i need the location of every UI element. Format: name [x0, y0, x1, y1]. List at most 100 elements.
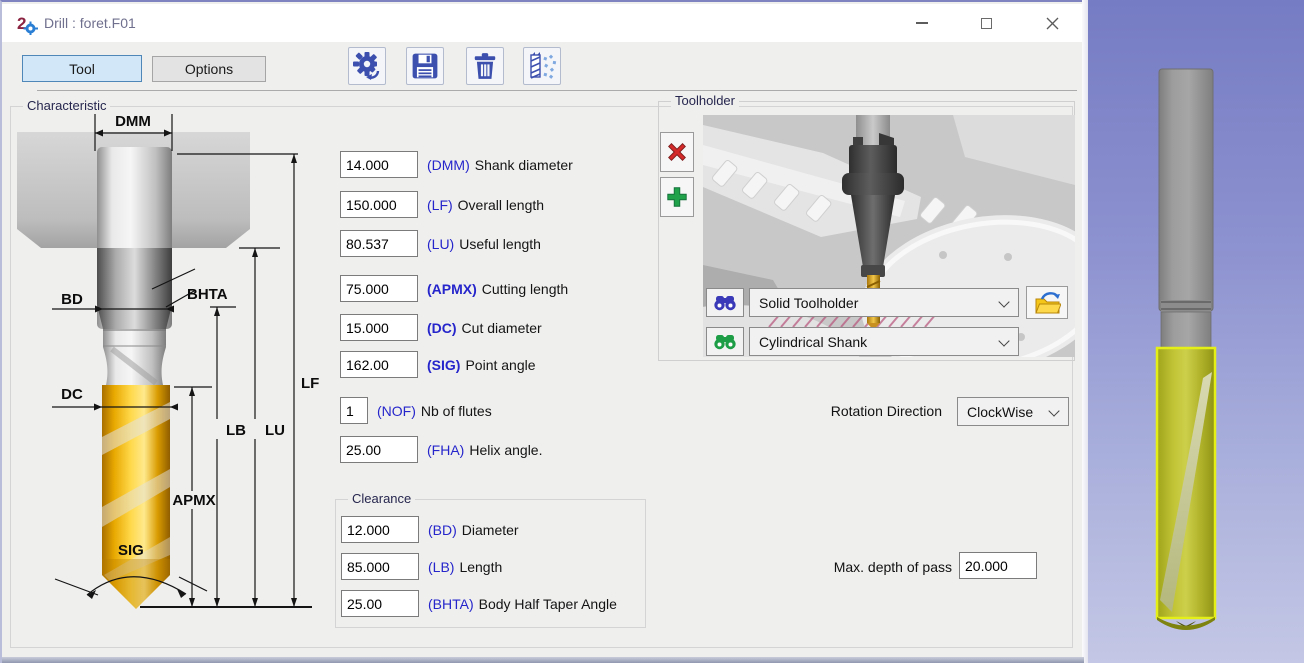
field-code-fha: (FHA) — [427, 442, 464, 458]
field-label: Useful length — [459, 236, 541, 252]
drill-dimension-diagram: DMM BHTA BD DC LB LU LF APMX SIG — [14, 107, 329, 647]
binoculars-blue-icon — [713, 295, 737, 311]
field-code-lu: (LU) — [427, 236, 454, 252]
rotation-direction-value: ClockWise — [967, 404, 1033, 420]
minimize-icon — [916, 22, 928, 24]
tab-options[interactable]: Options — [152, 56, 266, 82]
chevron-down-icon — [998, 296, 1009, 307]
nb-of-flutes-input[interactable] — [340, 397, 368, 424]
tool-settings-gear-icon — [352, 51, 382, 81]
screen: 2 Drill : foret.F01 Tool Options — [0, 0, 1304, 663]
clearance-group-label: Clearance — [348, 491, 415, 506]
useful-length-input[interactable] — [340, 230, 418, 257]
field-code-dc: (DC) — [427, 320, 457, 336]
app-logo-icon: 2 — [16, 13, 38, 35]
minimize-button[interactable] — [899, 4, 945, 42]
close-icon — [1046, 17, 1059, 30]
field-row: (SIG) Point angle — [340, 351, 536, 378]
field-code-sig: (SIG) — [427, 357, 460, 373]
toolbar-separator — [37, 90, 1077, 91]
diagram-label-apmx: APMX — [172, 492, 215, 509]
window-title: Drill : foret.F01 — [44, 15, 136, 31]
tab-tool[interactable]: Tool — [22, 55, 142, 82]
save-button[interactable] — [406, 47, 444, 85]
chevron-down-icon — [998, 335, 1009, 346]
field-label: Point angle — [465, 357, 535, 373]
toolholder-preview-image — [703, 115, 1075, 357]
field-row: (APMX) Cutting length — [340, 275, 568, 302]
field-label: Diameter — [462, 522, 519, 538]
field-row: (LU) Useful length — [340, 230, 541, 257]
tool-settings-button[interactable] — [348, 47, 386, 85]
delete-button[interactable] — [466, 47, 504, 85]
field-label: Cut diameter — [462, 320, 542, 336]
delete-trash-icon — [471, 52, 499, 80]
field-row: (DMM) Shank diameter — [340, 151, 573, 178]
close-button[interactable] — [1029, 4, 1075, 42]
field-label: Cutting length — [482, 281, 568, 297]
rotation-direction-label: Rotation Direction — [742, 403, 942, 419]
field-row: (NOF) Nb of flutes — [340, 397, 492, 424]
clearance-length-input[interactable] — [341, 553, 419, 580]
toolholder-type-value: Solid Toolholder — [759, 295, 858, 311]
helix-angle-input[interactable] — [340, 436, 418, 463]
binoculars-green-icon — [713, 334, 737, 350]
field-row: (BHTA) Body Half Taper Angle — [341, 590, 617, 617]
dialog-bottom-edge — [2, 657, 1084, 663]
toolholder-group: Toolholder — [658, 101, 1075, 361]
point-angle-input[interactable] — [340, 351, 418, 378]
drill-dialog-window: 2 Drill : foret.F01 Tool Options — [0, 0, 1082, 663]
3d-viewport[interactable] — [1088, 0, 1304, 663]
field-code-lf: (LF) — [427, 197, 453, 213]
toolholder-group-label: Toolholder — [671, 93, 739, 108]
shank-type-select[interactable]: Cylindrical Shank — [749, 327, 1019, 356]
field-label: Overall length — [458, 197, 544, 213]
open-folder-icon — [1033, 291, 1061, 315]
field-row: (LF) Overall length — [340, 191, 544, 218]
cut-diameter-input[interactable] — [340, 314, 418, 341]
diagram-label-bd: BD — [61, 291, 83, 308]
save-icon — [411, 52, 439, 80]
field-code-dmm: (DMM) — [427, 157, 470, 173]
field-label: Helix angle. — [469, 442, 542, 458]
clearance-group: Clearance (BD) Diameter (LB) Length (BHT… — [335, 499, 646, 628]
search-toolholder-button[interactable] — [706, 288, 744, 317]
rotation-direction-select[interactable]: ClockWise — [957, 397, 1069, 426]
search-shank-button[interactable] — [706, 327, 744, 356]
field-row: (DC) Cut diameter — [340, 314, 542, 341]
shank-diameter-input[interactable] — [340, 151, 418, 178]
svg-text:2: 2 — [17, 14, 26, 33]
tool-preview-button[interactable] — [523, 47, 561, 85]
remove-x-icon — [665, 140, 689, 164]
field-code-bd: (BD) — [428, 522, 457, 538]
diagram-label-dmm: DMM — [115, 113, 151, 130]
field-label: Nb of flutes — [421, 403, 492, 419]
field-label: Shank diameter — [475, 157, 573, 173]
drill-3d-render — [1088, 0, 1304, 663]
field-code-bhta: (BHTA) — [428, 596, 474, 612]
field-label: Length — [459, 559, 502, 575]
cutting-length-input[interactable] — [340, 275, 418, 302]
diagram-label-lf: LF — [301, 375, 319, 392]
maximize-icon — [981, 18, 992, 29]
add-toolholder-button[interactable] — [660, 177, 694, 217]
open-toolholder-button[interactable] — [1026, 286, 1068, 319]
toolholder-type-select[interactable]: Solid Toolholder — [749, 288, 1019, 317]
maximize-button[interactable] — [963, 4, 1009, 42]
body-half-taper-angle-input[interactable] — [341, 590, 419, 617]
field-code-nof: (NOF) — [377, 403, 416, 419]
titlebar: 2 Drill : foret.F01 — [2, 4, 1082, 42]
field-code-apmx: (APMX) — [427, 281, 477, 297]
field-label: Body Half Taper Angle — [479, 596, 617, 612]
diagram-label-lb: LB — [226, 422, 246, 439]
chevron-down-icon — [1048, 405, 1059, 416]
field-code-lb: (LB) — [428, 559, 454, 575]
clearance-diameter-input[interactable] — [341, 516, 419, 543]
overall-length-input[interactable] — [340, 191, 418, 218]
remove-toolholder-button[interactable] — [660, 132, 694, 172]
field-row: (BD) Diameter — [341, 516, 519, 543]
max-depth-input[interactable] — [959, 552, 1037, 579]
add-plus-icon — [665, 185, 689, 209]
diagram-label-dc: DC — [61, 386, 83, 403]
field-row: (FHA) Helix angle. — [340, 436, 542, 463]
